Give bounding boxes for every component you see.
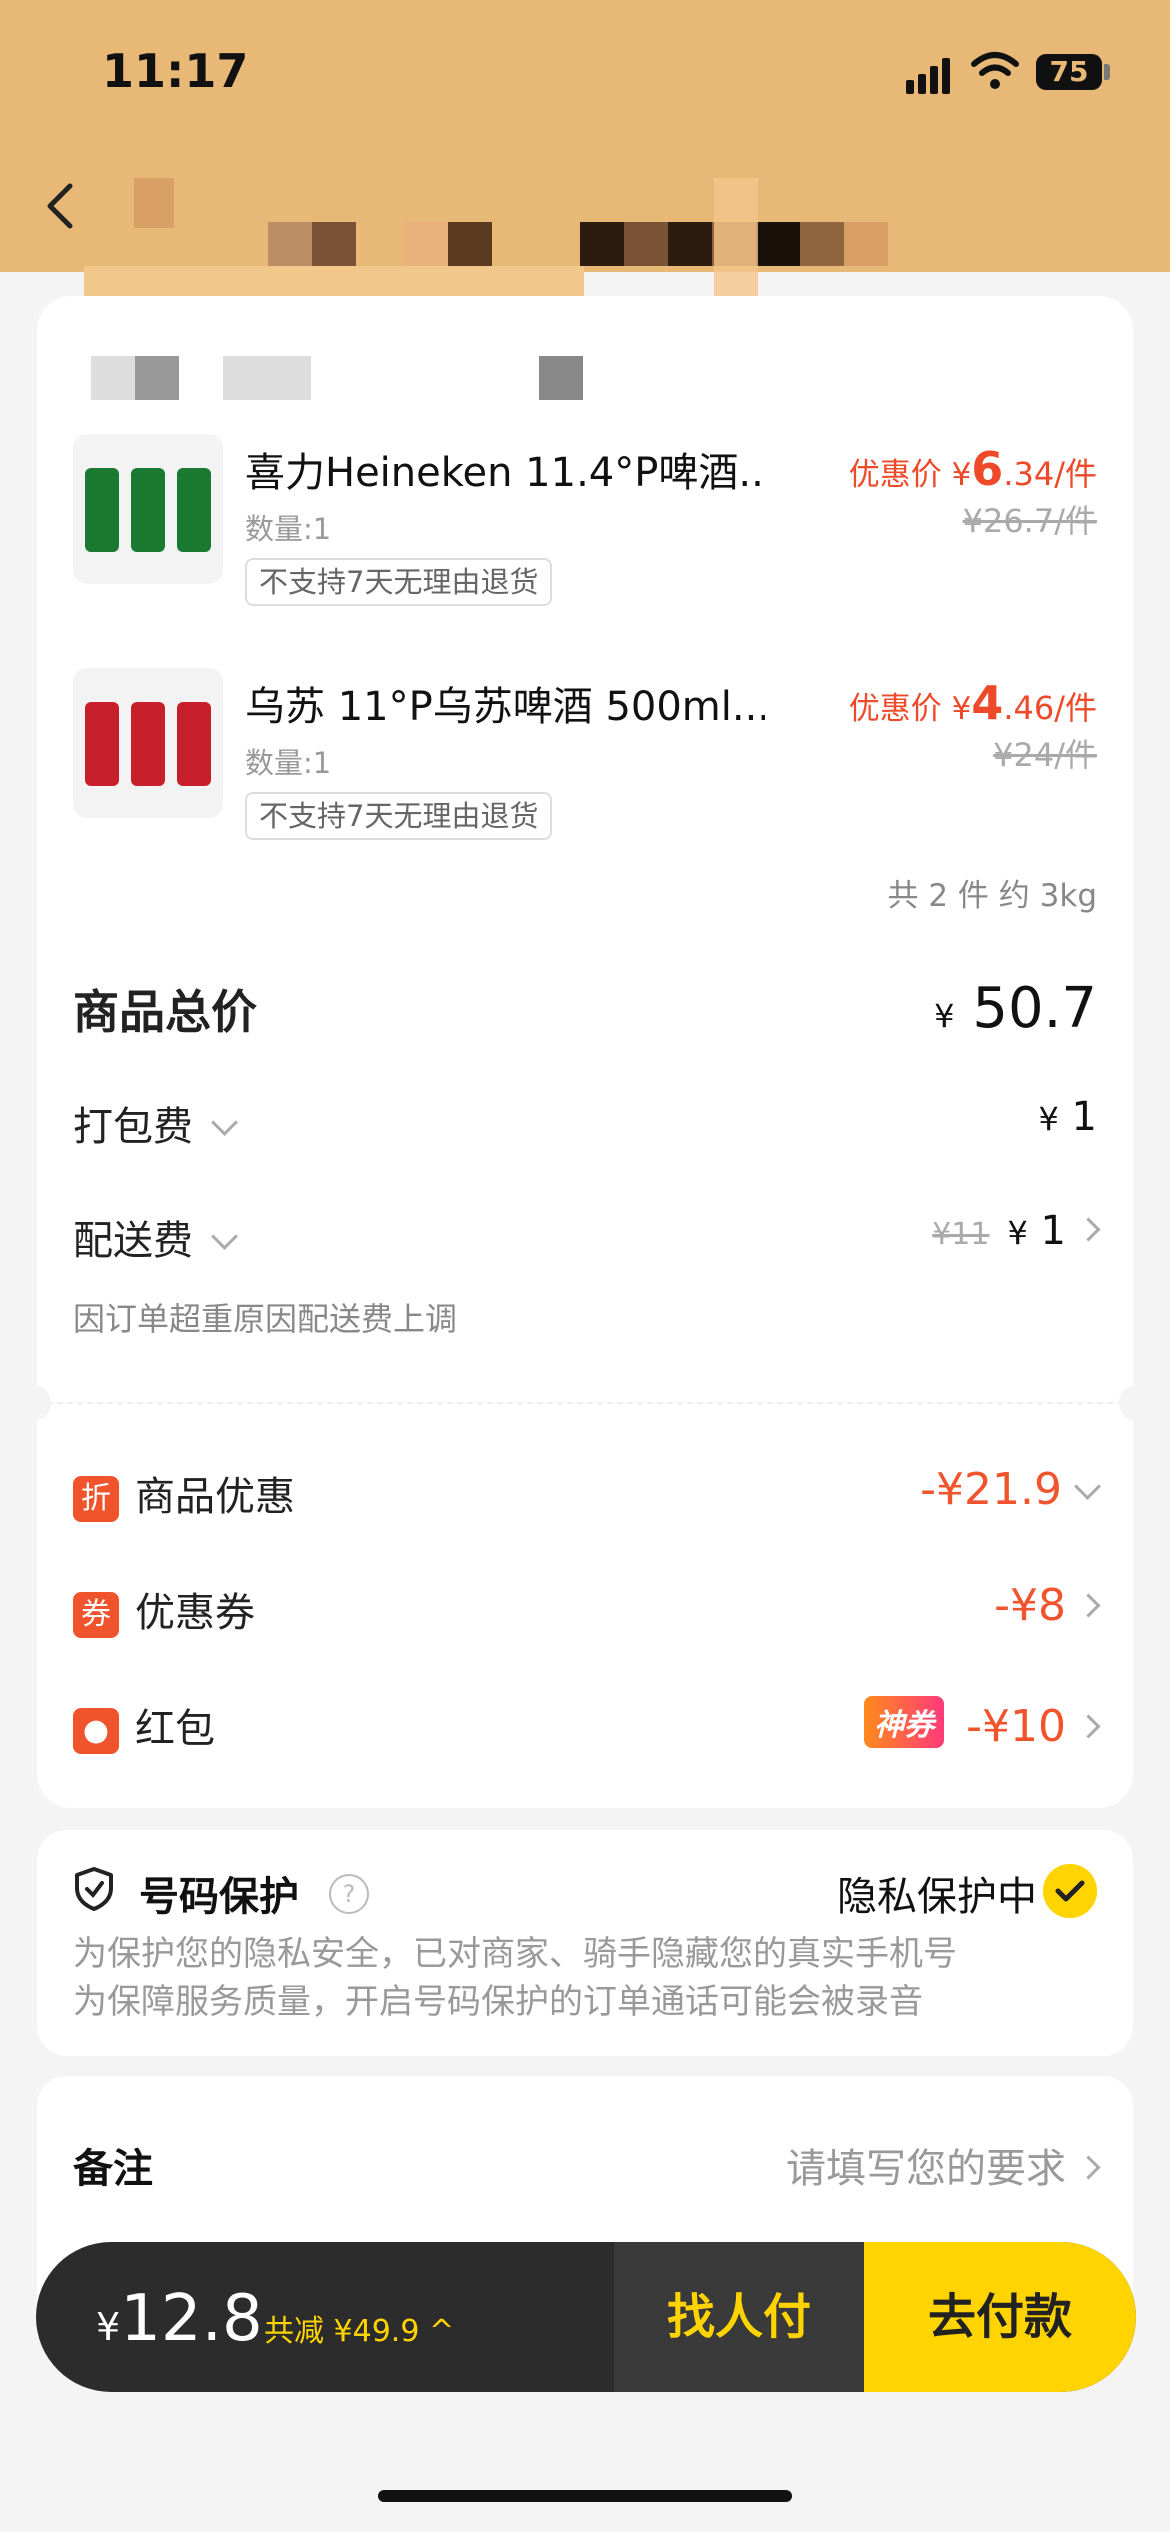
chevron-down-icon — [1074, 1473, 1101, 1500]
discount-price: 优惠价 ¥6.34/件 — [848, 442, 1097, 496]
delivery-fee-label: 配送费 — [73, 1208, 238, 1266]
redacted-block — [539, 356, 583, 400]
shield-icon — [75, 1867, 113, 1911]
find-someone-pay-button[interactable]: 找人付 — [614, 2242, 864, 2392]
card-notch — [1119, 1386, 1147, 1420]
product-quantity: 数量:1 — [245, 746, 332, 780]
discount-tag-icon: 折 — [73, 1476, 119, 1522]
red-packet-icon: ● — [73, 1708, 119, 1754]
red-packet-row[interactable]: ● 红包 神券 -¥10 — [73, 1696, 1101, 1756]
delivery-fee-row[interactable]: 配送费 ¥11 ¥ 1 — [73, 1208, 1101, 1268]
original-price: ¥24/件 — [993, 736, 1097, 774]
can-shape — [85, 468, 119, 552]
remark-input[interactable]: 请填写您的要求 — [786, 2136, 1101, 2194]
back-arrow-icon[interactable] — [38, 180, 82, 232]
item-count-weight: 共 2 件 约 3kg — [887, 878, 1098, 914]
red-packet-value: -¥10 — [966, 1701, 1066, 1752]
product-discount-label: 商品优惠 — [135, 1474, 295, 1520]
product-name: 喜力Heineken 11.4°P啤酒... — [245, 450, 765, 496]
pay-button[interactable]: 去付款 — [864, 2242, 1136, 2392]
wifi-icon — [971, 52, 1019, 89]
order-card: 喜力Heineken 11.4°P啤酒... 数量:1 不支持7天无理由退货 优… — [23, 296, 1147, 1808]
chevron-down-icon — [211, 1109, 238, 1136]
checkmark-icon[interactable] — [1043, 1864, 1097, 1918]
coupon-tag-icon: 券 — [73, 1592, 119, 1638]
no-refund-badge: 不支持7天无理由退货 — [245, 792, 553, 840]
cellular-signal-icon — [906, 58, 952, 94]
product-discount-value: -¥21.9 — [920, 1464, 1062, 1515]
can-shape — [177, 468, 211, 552]
original-price: ¥26.7/件 — [962, 502, 1097, 540]
divider — [37, 1402, 1133, 1404]
product-name: 乌苏 11°P乌苏啤酒 500ml... — [245, 684, 765, 730]
privacy-status: 隐私保护中 — [837, 1874, 1037, 1920]
total-price-row: 商品总价 ¥ 50.7 — [73, 976, 1097, 1046]
coupon-row[interactable]: 券优惠券 -¥8 — [73, 1580, 1101, 1640]
chevron-right-icon — [1076, 1714, 1101, 1739]
chevron-right-icon — [1076, 1593, 1101, 1618]
number-protection-card: 号码保护 ? 隐私保护中 为保护您的隐私安全，已对商家、骑手隐藏您的真实手机号 … — [37, 1830, 1133, 2056]
product-image-heineken — [73, 434, 223, 584]
packing-fee-label: 打包费 — [73, 1094, 238, 1152]
total-price-label: 商品总价 — [73, 985, 257, 1039]
total-price-value: ¥ 50.7 — [934, 976, 1097, 1041]
red-packet-label: 红包 — [135, 1706, 215, 1752]
battery-icon: 75 — [1036, 54, 1102, 90]
payment-bar: ¥12.8 共减 ¥49.9 ^ 找人付 去付款 — [36, 2242, 1136, 2392]
delivery-fee-note: 因订单超重原因配送费上调 — [73, 1300, 458, 1338]
battery-cap — [1104, 64, 1110, 80]
total-savings[interactable]: 共减 ¥49.9 ^ — [264, 2306, 454, 2350]
remark-label: 备注 — [73, 2146, 153, 2192]
discount-price: 优惠价 ¥4.46/件 — [848, 676, 1097, 730]
redacted-block — [135, 356, 179, 400]
delivery-fee-value: ¥11 ¥ 1 — [932, 1208, 1101, 1254]
help-icon[interactable]: ? — [329, 1874, 369, 1914]
redacted-block — [91, 356, 135, 400]
super-coupon-badge: 神券 — [864, 1696, 945, 1748]
packing-fee-row[interactable]: 打包费 ¥ 1 — [73, 1094, 1097, 1154]
packing-fee-value: ¥ 1 — [1038, 1094, 1097, 1140]
can-shape — [131, 468, 165, 552]
chevron-right-icon — [1076, 2155, 1101, 2180]
pay-total: ¥12.8 — [96, 2282, 263, 2356]
home-indicator — [378, 2490, 792, 2502]
redacted-block — [223, 356, 311, 400]
no-refund-badge: 不支持7天无理由退货 — [245, 558, 553, 606]
chevron-right-icon — [1076, 1217, 1101, 1242]
coupon-value: -¥8 — [994, 1580, 1066, 1631]
chevron-down-icon — [211, 1223, 238, 1250]
card-notch — [23, 1386, 51, 1420]
privacy-description: 为保护您的隐私安全，已对商家、骑手隐藏您的真实手机号 为保障服务质量，开启号码保… — [73, 1934, 957, 2022]
can-shape — [131, 702, 165, 786]
coupon-label: 优惠券 — [135, 1590, 255, 1636]
product-item[interactable]: 乌苏 11°P乌苏啤酒 500ml... 数量:1 不支持7天无理由退货 优惠价… — [73, 668, 1097, 858]
can-shape — [85, 702, 119, 786]
product-quantity: 数量:1 — [245, 512, 332, 546]
product-discount-row[interactable]: 折商品优惠 -¥21.9 — [73, 1464, 1101, 1524]
number-protection-title: 号码保护 — [139, 1874, 299, 1920]
can-shape — [177, 702, 211, 786]
product-image-wusu — [73, 668, 223, 818]
status-bar: 11:17 75 — [0, 0, 1170, 150]
status-time: 11:17 — [102, 44, 249, 98]
product-item[interactable]: 喜力Heineken 11.4°P啤酒... 数量:1 不支持7天无理由退货 优… — [73, 434, 1097, 624]
